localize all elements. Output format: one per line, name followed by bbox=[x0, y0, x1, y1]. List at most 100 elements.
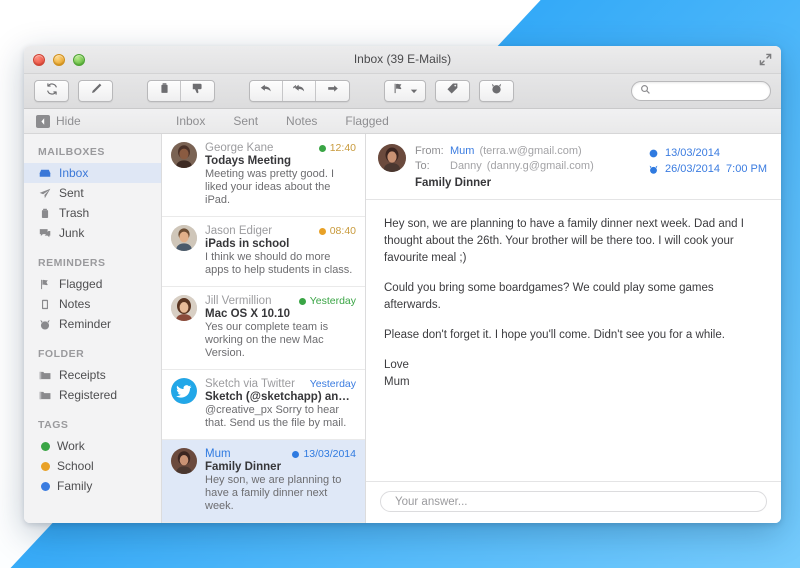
sidebar-item-label: School bbox=[57, 459, 94, 473]
message-list-item[interactable]: Jason Ediger08:40iPads in schoolI think … bbox=[162, 217, 365, 287]
message-time-wrap: 13/03/2014 bbox=[292, 448, 356, 460]
delete-button[interactable] bbox=[148, 81, 181, 101]
message-body: Hey son, we are planning to have a famil… bbox=[366, 200, 781, 481]
refresh-button[interactable] bbox=[34, 80, 69, 102]
sidebar-item-label: Sent bbox=[59, 186, 84, 200]
message-time-wrap: 08:40 bbox=[319, 225, 356, 237]
avatar bbox=[171, 295, 197, 321]
received-date-row: 13/03/2014 bbox=[648, 145, 767, 161]
message-sender: Sketch via Twitter bbox=[205, 378, 295, 390]
forward-icon bbox=[326, 82, 340, 100]
unread-status-dot bbox=[299, 298, 306, 305]
search-input[interactable] bbox=[656, 84, 762, 98]
tag-color-dot bbox=[41, 442, 50, 451]
from-email: (terra.w@gmail.com) bbox=[479, 144, 581, 159]
message-snippet: I think we should do more apps to help s… bbox=[205, 251, 356, 277]
sidebar-item-label: Reminder bbox=[59, 317, 111, 331]
tab-flagged[interactable]: Flagged bbox=[331, 114, 402, 128]
sidebar-item-work[interactable]: Work bbox=[24, 436, 161, 456]
message-subject: Family Dinner bbox=[415, 177, 639, 189]
refresh-icon bbox=[45, 82, 59, 101]
reply-icon bbox=[259, 82, 273, 100]
sidebar-item-label: Inbox bbox=[59, 166, 88, 180]
message-paragraph: Could you bring some boardgames? We coul… bbox=[384, 280, 763, 314]
forward-button[interactable] bbox=[316, 81, 349, 101]
compose-button[interactable] bbox=[78, 80, 113, 102]
to-email: (danny.g@gmail.com) bbox=[487, 159, 594, 174]
sidebar-item-label: Trash bbox=[59, 206, 89, 220]
trash-icon bbox=[158, 82, 171, 100]
sidebar-item-flagged[interactable]: Flagged bbox=[24, 274, 161, 294]
from-label: From: bbox=[415, 144, 445, 159]
tab-inbox[interactable]: Inbox bbox=[162, 114, 219, 128]
sidebar: MAILBOXESInboxSentTrashJunkREMINDERSFlag… bbox=[24, 134, 162, 523]
main-toolbar bbox=[24, 74, 781, 109]
message-time-wrap: 12:40 bbox=[319, 142, 356, 154]
window-title: Inbox (39 E-Mails) bbox=[24, 52, 781, 66]
message-top-row: Jason Ediger 08:40 bbox=[205, 225, 356, 237]
tab-sent[interactable]: Sent bbox=[219, 114, 272, 128]
sidebar-item-label: Notes bbox=[59, 297, 90, 311]
sidebar-item-reminder[interactable]: Reminder bbox=[24, 314, 161, 334]
sidebar-item-label: Work bbox=[57, 439, 85, 453]
from-name[interactable]: Mum bbox=[450, 144, 474, 159]
message-list-item[interactable]: Jill VermillionYesterdayMac OS X 10.10Ye… bbox=[162, 287, 365, 370]
message-meta: George Kane12:40Todays MeetingMeeting wa… bbox=[205, 142, 356, 207]
message-subject: Sketch (@sketchapp) answered... bbox=[205, 391, 356, 403]
sidebar-item-registered[interactable]: Registered bbox=[24, 385, 161, 405]
avatar bbox=[171, 225, 197, 251]
reminder-date-row: 26/03/2014 7:00 PM bbox=[648, 161, 767, 177]
message-list[interactable]: George Kane12:40Todays MeetingMeeting wa… bbox=[162, 134, 366, 523]
reply-button[interactable] bbox=[250, 81, 283, 101]
expand-icon[interactable] bbox=[759, 53, 772, 66]
hide-label: Hide bbox=[56, 114, 81, 128]
inbox-icon bbox=[38, 167, 52, 180]
message-time-wrap: Yesterday bbox=[310, 378, 356, 390]
hide-sidebar-button[interactable]: Hide bbox=[24, 114, 162, 128]
message-sender: Jason Ediger bbox=[205, 225, 272, 237]
sidebar-item-school[interactable]: School bbox=[24, 456, 161, 476]
reminder-button[interactable] bbox=[479, 80, 514, 102]
message-list-item[interactable]: Sketch via Twitter YesterdaySketch (@sket… bbox=[162, 370, 365, 440]
sidebar-item-sent[interactable]: Sent bbox=[24, 183, 161, 203]
sidebar-item-junk[interactable]: Junk bbox=[24, 223, 161, 243]
flag-icon bbox=[38, 278, 52, 291]
to-name: Danny bbox=[450, 159, 482, 174]
tag-icon bbox=[446, 82, 459, 100]
message-time: 13/03/2014 bbox=[303, 448, 356, 460]
junk-button[interactable] bbox=[181, 81, 214, 101]
sidebar-item-family[interactable]: Family bbox=[24, 476, 161, 496]
message-snippet: Meeting was pretty good. I liked your id… bbox=[205, 168, 356, 207]
reply-all-button[interactable] bbox=[283, 81, 316, 101]
message-top-row: Mum13/03/2014 bbox=[205, 448, 356, 460]
message-paragraph: Hey son, we are planning to have a famil… bbox=[384, 216, 763, 267]
sidebar-item-inbox[interactable]: Inbox bbox=[24, 163, 161, 183]
reminder-time: 7:00 PM bbox=[726, 161, 767, 177]
sidebar-item-notes[interactable]: Notes bbox=[24, 294, 161, 314]
sidebar-item-label: Junk bbox=[59, 226, 84, 240]
alarm-clock-icon bbox=[648, 164, 659, 175]
folder-icon bbox=[38, 369, 52, 382]
sidebar-item-trash[interactable]: Trash bbox=[24, 203, 161, 223]
from-line: From: Mum (terra.w@gmail.com) bbox=[415, 144, 639, 159]
avatar bbox=[171, 142, 197, 168]
message-list-item[interactable]: George Kane12:40Todays MeetingMeeting wa… bbox=[162, 134, 365, 217]
search-box[interactable] bbox=[631, 81, 771, 101]
message-meta: Sketch via Twitter YesterdaySketch (@sket… bbox=[205, 378, 356, 430]
message-subject: Mac OS X 10.10 bbox=[205, 308, 356, 320]
message-list-item[interactable]: Mum13/03/2014Family DinnerHey son, we ar… bbox=[162, 440, 365, 523]
reply-input[interactable] bbox=[393, 495, 754, 509]
flag-dropdown-button[interactable] bbox=[384, 80, 426, 102]
tab-notes[interactable]: Notes bbox=[272, 114, 331, 128]
hide-panel-icon bbox=[36, 115, 50, 128]
header-fields: From: Mum (terra.w@gmail.com) To: Danny … bbox=[415, 144, 639, 189]
reply-all-icon bbox=[292, 82, 306, 100]
tag-button[interactable] bbox=[435, 80, 470, 102]
sidebar-item-label: Registered bbox=[59, 388, 117, 402]
sidebar-item-receipts[interactable]: Receipts bbox=[24, 365, 161, 385]
message-paragraph: LoveMum bbox=[384, 357, 763, 391]
delete-junk-group bbox=[147, 80, 215, 102]
reading-pane: From: Mum (terra.w@gmail.com) To: Danny … bbox=[366, 134, 781, 523]
unread-status-dot bbox=[319, 228, 326, 235]
reply-box[interactable] bbox=[380, 491, 767, 512]
